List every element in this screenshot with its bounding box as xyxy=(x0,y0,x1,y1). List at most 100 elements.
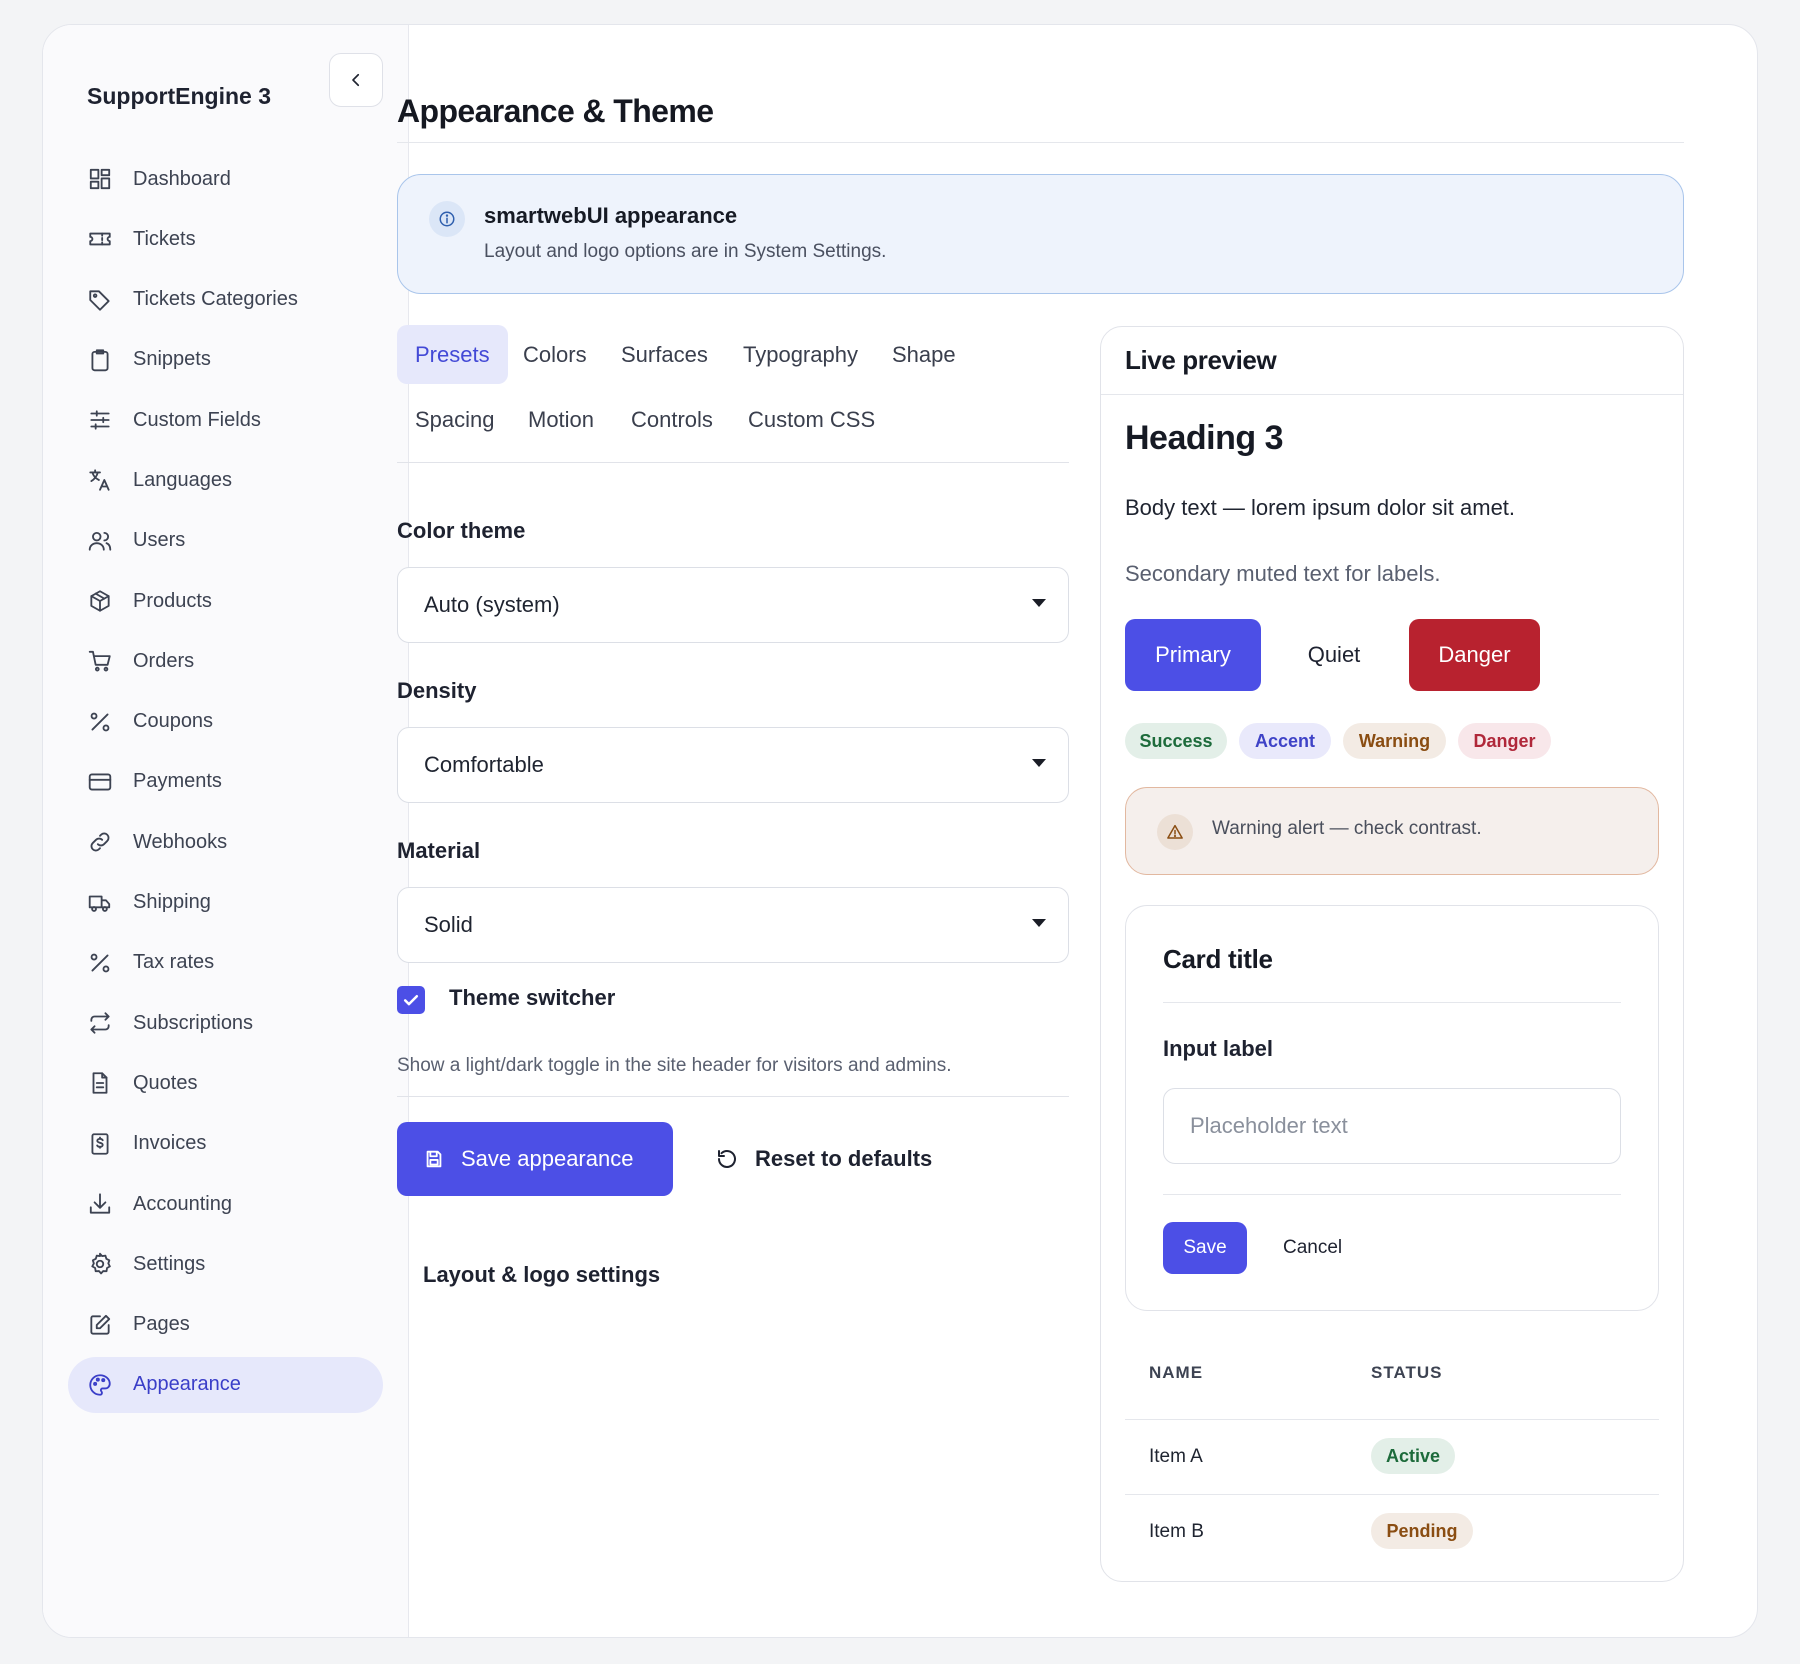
card-cancel-button[interactable]: Cancel xyxy=(1283,1222,1342,1274)
theme-switcher-checkbox[interactable] xyxy=(397,986,425,1014)
tab-colors[interactable]: Colors xyxy=(505,325,605,384)
card-input[interactable]: Placeholder text xyxy=(1163,1088,1621,1164)
preview-quiet-button[interactable]: Quiet xyxy=(1271,619,1397,691)
edit-icon xyxy=(90,1314,111,1335)
sidebar-item-invoices[interactable]: Invoices xyxy=(68,1116,383,1172)
sidebar-item-label: Snippets xyxy=(133,348,211,371)
density-value: Comfortable xyxy=(424,752,544,777)
sidebar: SupportEngine 3 Dashboard Tickets Tickets … xyxy=(43,25,409,1637)
caret-down-icon xyxy=(1032,599,1046,607)
sidebar-item-label: Coupons xyxy=(133,710,214,733)
sidebar-item-shipping[interactable]: Shipping xyxy=(68,875,383,931)
sidebar-item-custom-fields[interactable]: Custom Fields xyxy=(68,392,383,448)
sidebar-item-label: Webhooks xyxy=(133,830,228,853)
color-theme-select[interactable]: Auto (system) xyxy=(397,567,1069,643)
table-header-status: STATUS xyxy=(1371,1363,1443,1382)
tab-controls[interactable]: Controls xyxy=(613,390,731,449)
caret-down-icon xyxy=(1032,919,1046,927)
sidebar-item-label: Accounting xyxy=(133,1192,232,1215)
tab-custom-css[interactable]: Custom CSS xyxy=(730,390,893,449)
sidebar-item-appearance[interactable]: Appearance xyxy=(68,1356,383,1413)
credit-card-icon xyxy=(88,773,112,791)
sidebar-item-coupons[interactable]: Coupons xyxy=(68,694,383,750)
warning-alert-text: Warning alert — check contrast. xyxy=(1212,818,1482,839)
translate-icon xyxy=(89,469,110,492)
chevron-left-icon xyxy=(352,73,360,87)
density-label: Density xyxy=(397,678,477,703)
tab-shape[interactable]: Shape xyxy=(874,325,974,384)
sidebar-item-label: Payments xyxy=(133,770,222,793)
info-banner: smartwebUI appearance Layout and logo op… xyxy=(397,174,1684,294)
tab-surfaces[interactable]: Surfaces xyxy=(603,325,726,384)
reset-icon xyxy=(718,1150,736,1168)
sidebar-item-subscriptions[interactable]: Subscriptions xyxy=(68,995,383,1051)
sidebar-item-webhooks[interactable]: Webhooks xyxy=(68,814,383,870)
info-icon xyxy=(429,201,465,237)
sidebar-item-dashboard[interactable]: Dashboard xyxy=(68,151,383,207)
link-icon xyxy=(90,832,110,852)
sidebar-item-settings[interactable]: Settings xyxy=(68,1236,383,1292)
brand-name: SupportEngine 3 xyxy=(87,82,271,109)
sidebar-item-users[interactable]: Users xyxy=(68,513,383,569)
preview-primary-button[interactable]: Primary xyxy=(1125,619,1261,691)
sidebar-item-label: Custom Fields xyxy=(133,408,261,431)
sidebar-item-label: Dashboard xyxy=(133,167,231,190)
sidebar-item-label: Orders xyxy=(133,649,195,672)
sidebar-item-payments[interactable]: Payments xyxy=(68,754,383,810)
preview-danger-button[interactable]: Danger xyxy=(1409,619,1540,691)
card-divider xyxy=(1163,1002,1621,1003)
tab-typography[interactable]: Typography xyxy=(725,325,876,384)
danger-badge: Danger xyxy=(1458,723,1551,759)
collapse-sidebar-button[interactable] xyxy=(329,53,383,107)
ticket-icon xyxy=(89,232,111,246)
sidebar-item-products[interactable]: Products xyxy=(68,573,383,629)
tabs-divider xyxy=(397,462,1069,463)
sidebar-item-pages[interactable]: Pages xyxy=(68,1297,383,1353)
users-icon xyxy=(88,531,112,551)
sidebar-item-label: Settings xyxy=(133,1252,206,1275)
tab-spacing[interactable]: Spacing xyxy=(397,390,513,449)
save-appearance-button[interactable]: Save appearance xyxy=(397,1122,673,1196)
accent-badge: Accent xyxy=(1239,723,1331,759)
truck-icon xyxy=(88,895,111,912)
material-value: Solid xyxy=(424,912,473,937)
sidebar-item-accounting[interactable]: Accounting xyxy=(68,1176,383,1232)
caret-down-icon xyxy=(1032,759,1046,767)
color-theme-label: Color theme xyxy=(397,518,526,543)
save-appearance-label: Save appearance xyxy=(461,1146,634,1171)
download-icon xyxy=(89,1193,111,1214)
palette-icon xyxy=(89,1374,111,1396)
clipboard-icon xyxy=(91,349,109,372)
sidebar-item-quotes[interactable]: Quotes xyxy=(68,1055,383,1111)
sidebar-item-tickets[interactable]: Tickets xyxy=(68,211,383,267)
theme-switcher-label[interactable]: Theme switcher xyxy=(449,985,615,1011)
table-header-name: NAME xyxy=(1149,1363,1204,1382)
material-select[interactable]: Solid xyxy=(397,887,1069,963)
sidebar-item-tax-rates[interactable]: Tax rates xyxy=(68,935,383,991)
sidebar-item-label: Quotes xyxy=(133,1071,198,1094)
material-label: Material xyxy=(397,838,481,863)
preview-heading: Heading 3 xyxy=(1125,419,1283,457)
sidebar-item-tickets-categories[interactable]: Tickets Categories xyxy=(68,272,383,328)
sidebar-item-label: Invoices xyxy=(133,1132,207,1155)
sidebar-item-snippets[interactable]: Snippets xyxy=(68,332,383,388)
sidebar-item-orders[interactable]: Orders xyxy=(68,633,383,689)
sidebar-item-label: Tickets xyxy=(133,227,196,250)
form-divider xyxy=(397,1096,1069,1097)
layout-logo-settings-link[interactable]: Layout & logo settings xyxy=(423,1262,660,1288)
tab-presets[interactable]: Presets xyxy=(397,325,508,384)
sidebar-item-languages[interactable]: Languages xyxy=(68,452,383,508)
card-save-button[interactable]: Save xyxy=(1163,1222,1247,1274)
save-icon xyxy=(426,1150,442,1168)
document-icon xyxy=(92,1072,108,1095)
status-badge: Pending xyxy=(1371,1513,1473,1549)
status-badge: Active xyxy=(1371,1438,1455,1474)
table-row: Item A Active xyxy=(1125,1419,1659,1494)
live-preview-title: Live preview xyxy=(1101,327,1683,395)
warning-badge: Warning xyxy=(1343,723,1446,759)
warning-alert: Warning alert — check contrast. xyxy=(1125,787,1659,875)
density-select[interactable]: Comfortable xyxy=(397,727,1069,803)
sidebar-item-label: Pages xyxy=(133,1313,190,1336)
tab-motion[interactable]: Motion xyxy=(510,390,612,449)
reset-defaults-button[interactable]: Reset to defaults xyxy=(715,1122,932,1196)
